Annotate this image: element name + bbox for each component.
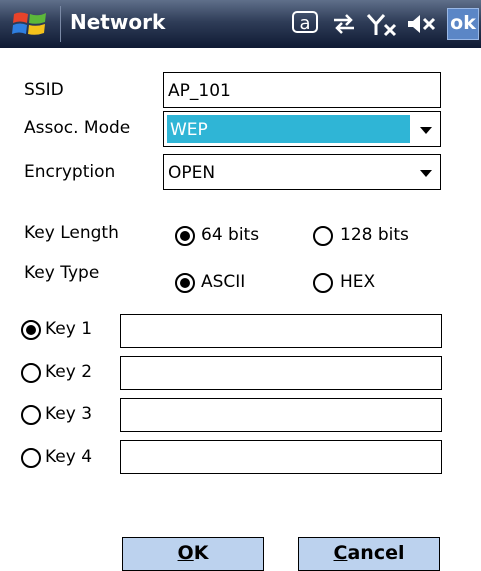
key-length-64-label: 64 bits — [201, 225, 260, 245]
key-3-label: Key 3 — [45, 404, 93, 424]
assoc-mode-value: WEP — [170, 120, 208, 140]
key-4-radio[interactable] — [21, 448, 41, 468]
ssid-label: SSID — [24, 80, 64, 100]
key-length-64-radio[interactable] — [175, 226, 195, 246]
key-type-hex-label: HEX — [340, 272, 376, 292]
ok-button[interactable]: OK — [122, 537, 264, 571]
cancel-button[interactable]: Cancel — [298, 537, 440, 571]
key-4-label: Key 4 — [45, 447, 93, 467]
cancel-label-rest: ancel — [347, 542, 405, 564]
chevron-down-icon[interactable] — [420, 170, 432, 177]
key-2-radio[interactable] — [21, 363, 41, 383]
no-signal-icon[interactable] — [366, 10, 400, 38]
window-title: Network — [70, 10, 166, 34]
ok-mnemonic: O — [177, 542, 194, 564]
chevron-down-icon[interactable] — [420, 127, 432, 134]
key-3-input[interactable] — [120, 398, 442, 432]
key-type-ascii-label: ASCII — [201, 272, 246, 292]
key-2-label: Key 2 — [45, 362, 93, 382]
cancel-mnemonic: C — [333, 542, 348, 564]
sync-icon[interactable] — [330, 10, 358, 38]
title-divider — [60, 6, 61, 42]
speaker-muted-icon[interactable] — [405, 10, 439, 38]
key-2-input[interactable] — [120, 356, 442, 390]
key-length-128-label: 128 bits — [340, 225, 409, 245]
title-bar: Network a ok — [0, 0, 481, 48]
key-4-input[interactable] — [120, 440, 442, 474]
ok-label-rest: K — [193, 542, 209, 564]
key-1-input[interactable] — [120, 314, 442, 348]
encryption-value: OPEN — [168, 163, 216, 183]
title-ok-button[interactable]: ok — [447, 8, 479, 40]
key-type-hex-radio[interactable] — [313, 273, 333, 293]
ssid-input[interactable]: AP_101 — [163, 72, 441, 108]
key-length-label: Key Length — [24, 223, 119, 243]
at-icon[interactable]: a — [292, 11, 318, 34]
key-length-128-radio[interactable] — [313, 226, 333, 246]
key-1-radio[interactable] — [21, 320, 41, 340]
assoc-mode-label: Assoc. Mode — [24, 118, 131, 138]
ssid-value: AP_101 — [168, 81, 231, 101]
key-type-ascii-radio[interactable] — [175, 273, 195, 293]
key-type-label: Key Type — [24, 263, 100, 283]
encryption-select[interactable]: OPEN — [163, 154, 441, 190]
windows-start-icon[interactable] — [10, 9, 50, 39]
key-1-label: Key 1 — [45, 319, 93, 339]
key-3-radio[interactable] — [21, 405, 41, 425]
assoc-mode-select[interactable]: WEP — [163, 111, 441, 147]
encryption-label: Encryption — [24, 162, 116, 182]
